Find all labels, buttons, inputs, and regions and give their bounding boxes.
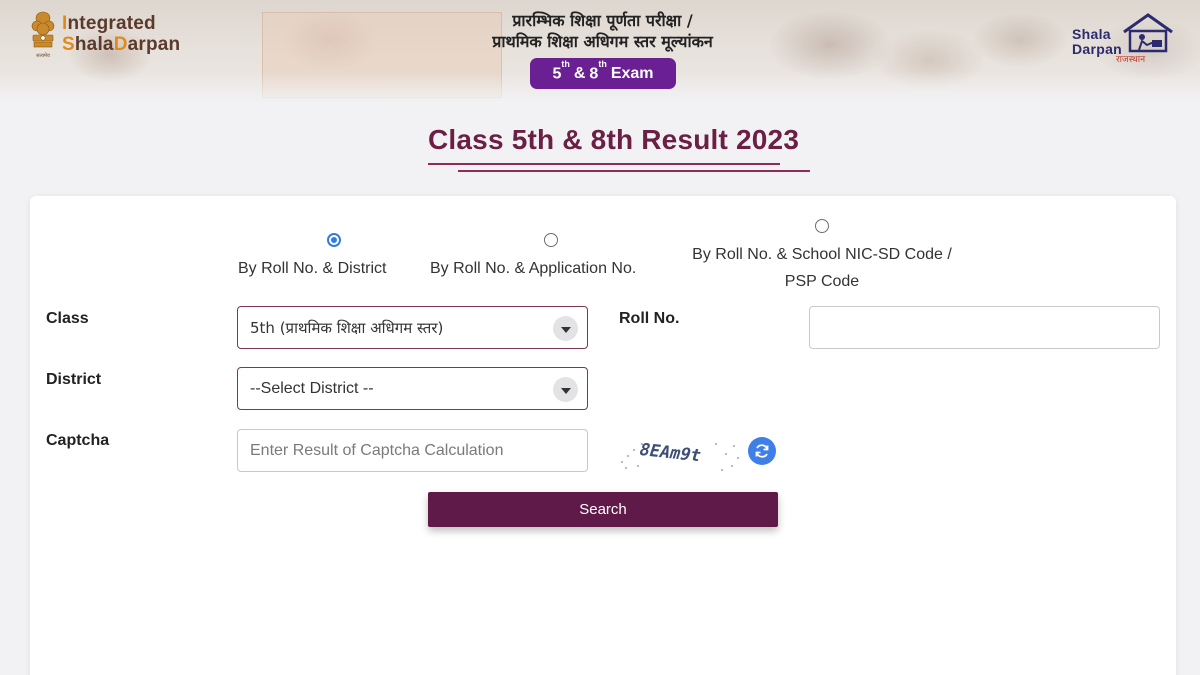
right-logo-line1: Shala — [1072, 26, 1111, 42]
exam-badge: 5th & 8th Exam — [530, 58, 676, 89]
radio-label-line2: PSP Code — [784, 273, 860, 290]
hero-title-line2: प्राथमिक शिक्षा अधिगम स्तर मूल्यांकन — [492, 32, 713, 51]
title-underline-offset — [458, 170, 810, 172]
radio-roll-school-code[interactable] — [815, 219, 829, 233]
right-logo-line2: Darpan — [1072, 41, 1123, 57]
captcha-input[interactable] — [237, 429, 588, 472]
badge-word: Exam — [610, 64, 654, 82]
roll-no-label: Roll No. — [619, 310, 680, 327]
radio-label-roll-school-code[interactable]: By Roll No. & School NIC-SD Code / PSP C… — [677, 241, 967, 295]
class-label: Class — [46, 310, 89, 327]
header-banner: सत्यमेव Integrated ShalaDarpan प्रारम्भि… — [0, 0, 1200, 102]
brand-initial-d: D — [113, 34, 128, 55]
right-logo-sub: राजस्थान — [1116, 55, 1146, 65]
national-emblem-icon: सत्यमेव — [31, 11, 55, 59]
district-select[interactable]: --Select District -- — [237, 367, 588, 410]
captcha-text: 8EAm9t — [636, 440, 703, 466]
captcha-refresh-button[interactable] — [748, 437, 776, 465]
hero-title-line1: प्रारम्भिक शिक्षा पूर्णता परीक्षा / — [512, 11, 693, 30]
captcha-label: Captcha — [46, 432, 110, 449]
svg-text:सत्यमेव: सत्यमेव — [36, 52, 50, 59]
radio-roll-district[interactable] — [327, 233, 341, 247]
radio-label-roll-application[interactable]: By Roll No. & Application No. — [430, 260, 636, 278]
district-select-value: --Select District -- — [250, 379, 374, 397]
badge-sup-8: th — [598, 58, 607, 69]
class-select[interactable]: 5th (प्राथमिक शिक्षा अधिगम स्तर) — [237, 306, 588, 349]
class-select-value: 5th (प्राथमिक शिक्षा अधिगम स्तर) — [250, 318, 444, 337]
search-button[interactable]: Search — [428, 492, 778, 527]
badge-amp: & — [573, 64, 586, 82]
brand-line2-rest: hala — [74, 34, 114, 55]
radio-roll-application[interactable] — [544, 233, 558, 247]
chevron-down-icon[interactable] — [553, 377, 578, 402]
badge-sup-5: th — [561, 58, 570, 69]
badge-num-8: 8 — [589, 65, 599, 83]
refresh-icon — [755, 444, 769, 458]
brand-line2-rest2: arpan — [127, 34, 181, 55]
exam-hero-title: प्रारम्भिक शिक्षा पूर्णता परीक्षा / प्रा… — [440, 10, 765, 52]
district-label: District — [46, 371, 102, 388]
radio-label-line1: By Roll No. & School NIC-SD Code / — [692, 246, 952, 263]
school-house-icon — [1123, 13, 1173, 53]
chevron-down-icon[interactable] — [553, 316, 578, 341]
page-title: Class 5th & 8th Result 2023 — [428, 124, 800, 155]
brand-initial-s: S — [62, 34, 75, 55]
roll-no-input[interactable] — [809, 306, 1160, 349]
title-underline — [428, 163, 780, 165]
integrated-shaladarpan-logo[interactable]: सत्यमेव Integrated ShalaDarpan — [28, 9, 180, 63]
captcha-image: 8EAm9t — [621, 440, 739, 471]
brand-line1-rest: ntegrated — [67, 13, 156, 34]
radio-label-roll-district[interactable]: By Roll No. & District — [238, 260, 386, 278]
shala-darpan-rajasthan-logo[interactable]: Shala Darpan राजस्थान — [1068, 12, 1178, 65]
